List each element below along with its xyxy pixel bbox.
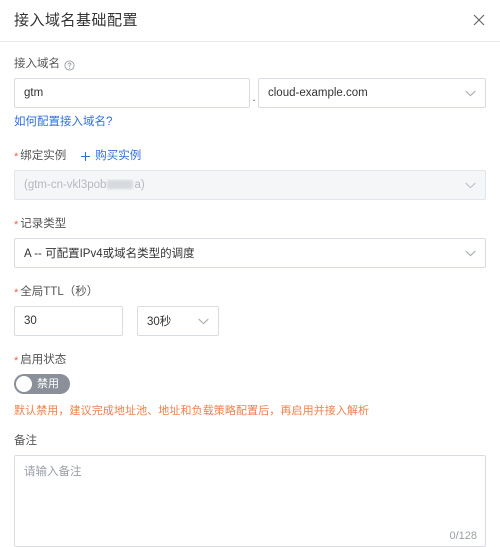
field-record-type: * 记录类型 A -- 可配置IPv4或域名类型的调度 — [14, 216, 486, 268]
access-domain-suffix-select[interactable]: cloud-example.com — [258, 78, 486, 108]
record-type-label: 记录类型 — [20, 218, 67, 230]
bind-instance-value: (gtm-cn-vkl3pob a) — [24, 179, 145, 191]
remark-label: 备注 — [14, 435, 37, 447]
help-circle-icon[interactable] — [64, 59, 75, 71]
access-domain-suffix-value: cloud-example.com — [268, 87, 368, 99]
buy-instance-link[interactable]: 购买实例 — [80, 148, 141, 164]
record-type-value: A -- 可配置IPv4或域名类型的调度 — [24, 248, 195, 260]
access-domain-prefix-value: gtm — [24, 87, 44, 99]
enable-status-warning: 默认禁用，建议完成地址池、地址和负载策略配置后，再启用并接入解析 — [14, 405, 370, 417]
bind-instance-label: 绑定实例 — [20, 150, 67, 162]
field-access-domain: 接入域名 gtm . cloud-example.com 如何配置接入域名? — [14, 56, 486, 130]
chevron-down-icon — [198, 318, 209, 325]
access-domain-label-row: 接入域名 — [14, 56, 486, 72]
enable-status-toggle[interactable]: 禁用 — [14, 374, 70, 394]
global-ttl-unit-select[interactable]: 30秒 — [137, 306, 219, 336]
required-mark: * — [14, 286, 19, 299]
chevron-down-icon — [465, 90, 476, 97]
bind-instance-select[interactable]: (gtm-cn-vkl3pob a) — [14, 170, 486, 200]
record-type-label-row: * 记录类型 — [14, 216, 486, 232]
field-bind-instance: * 绑定实例 购买实例 (gtm-cn-vkl3pob a) — [14, 148, 486, 200]
required-mark: * — [14, 354, 19, 367]
field-remark: 备注 请输入备注 0/128 — [14, 433, 486, 547]
buy-instance-label: 购买实例 — [95, 150, 142, 162]
required-mark: * — [14, 150, 19, 163]
global-ttl-input[interactable]: 30 — [14, 306, 123, 336]
toggle-knob — [16, 376, 32, 392]
required-mark: * — [14, 218, 19, 231]
global-ttl-value: 30 — [24, 315, 37, 327]
field-global-ttl: * 全局TTL（秒） 30 30秒 — [14, 284, 486, 336]
plus-icon — [80, 151, 91, 162]
dialog-body: 接入域名 gtm . cloud-example.com 如何配置接入域名? *… — [0, 42, 500, 547]
access-domain-prefix-input[interactable]: gtm — [14, 78, 250, 108]
remark-label-row: 备注 — [14, 433, 486, 449]
redacted-text — [107, 180, 134, 189]
chevron-down-icon — [465, 182, 476, 189]
toggle-label: 禁用 — [37, 378, 59, 390]
bind-instance-label-row: * 绑定实例 购买实例 — [14, 148, 486, 164]
global-ttl-label-row: * 全局TTL（秒） — [14, 284, 486, 300]
access-domain-row: gtm . cloud-example.com — [14, 78, 486, 108]
remark-textarea[interactable]: 请输入备注 0/128 — [14, 455, 486, 547]
remark-placeholder: 请输入备注 — [24, 466, 82, 478]
global-ttl-label: 全局TTL（秒） — [20, 286, 99, 298]
record-type-select[interactable]: A -- 可配置IPv4或域名类型的调度 — [14, 238, 486, 268]
dialog-title: 接入域名基础配置 — [14, 12, 139, 29]
enable-status-label: 启用状态 — [20, 354, 67, 366]
how-to-configure-domain-link[interactable]: 如何配置接入域名? — [14, 113, 112, 129]
close-icon[interactable] — [468, 9, 490, 31]
bind-instance-value-suffix: a) — [134, 179, 145, 191]
enable-status-label-row: * 启用状态 — [14, 352, 486, 368]
global-ttl-unit-value: 30秒 — [147, 316, 172, 328]
chevron-down-icon — [465, 250, 476, 257]
access-domain-label: 接入域名 — [14, 58, 60, 70]
access-domain-config-dialog: 接入域名基础配置 接入域名 gtm . cloud-example.com 如何… — [0, 0, 500, 547]
global-ttl-row: 30 30秒 — [14, 306, 486, 336]
bind-instance-value-prefix: (gtm-cn-vkl3pob — [24, 179, 107, 191]
dialog-header: 接入域名基础配置 — [0, 0, 500, 42]
field-enable-status: * 启用状态 禁用 默认禁用，建议完成地址池、地址和负载策略配置后，再启用并接入… — [14, 352, 486, 419]
remark-counter: 0/128 — [449, 530, 477, 542]
domain-separator: . — [252, 90, 256, 104]
